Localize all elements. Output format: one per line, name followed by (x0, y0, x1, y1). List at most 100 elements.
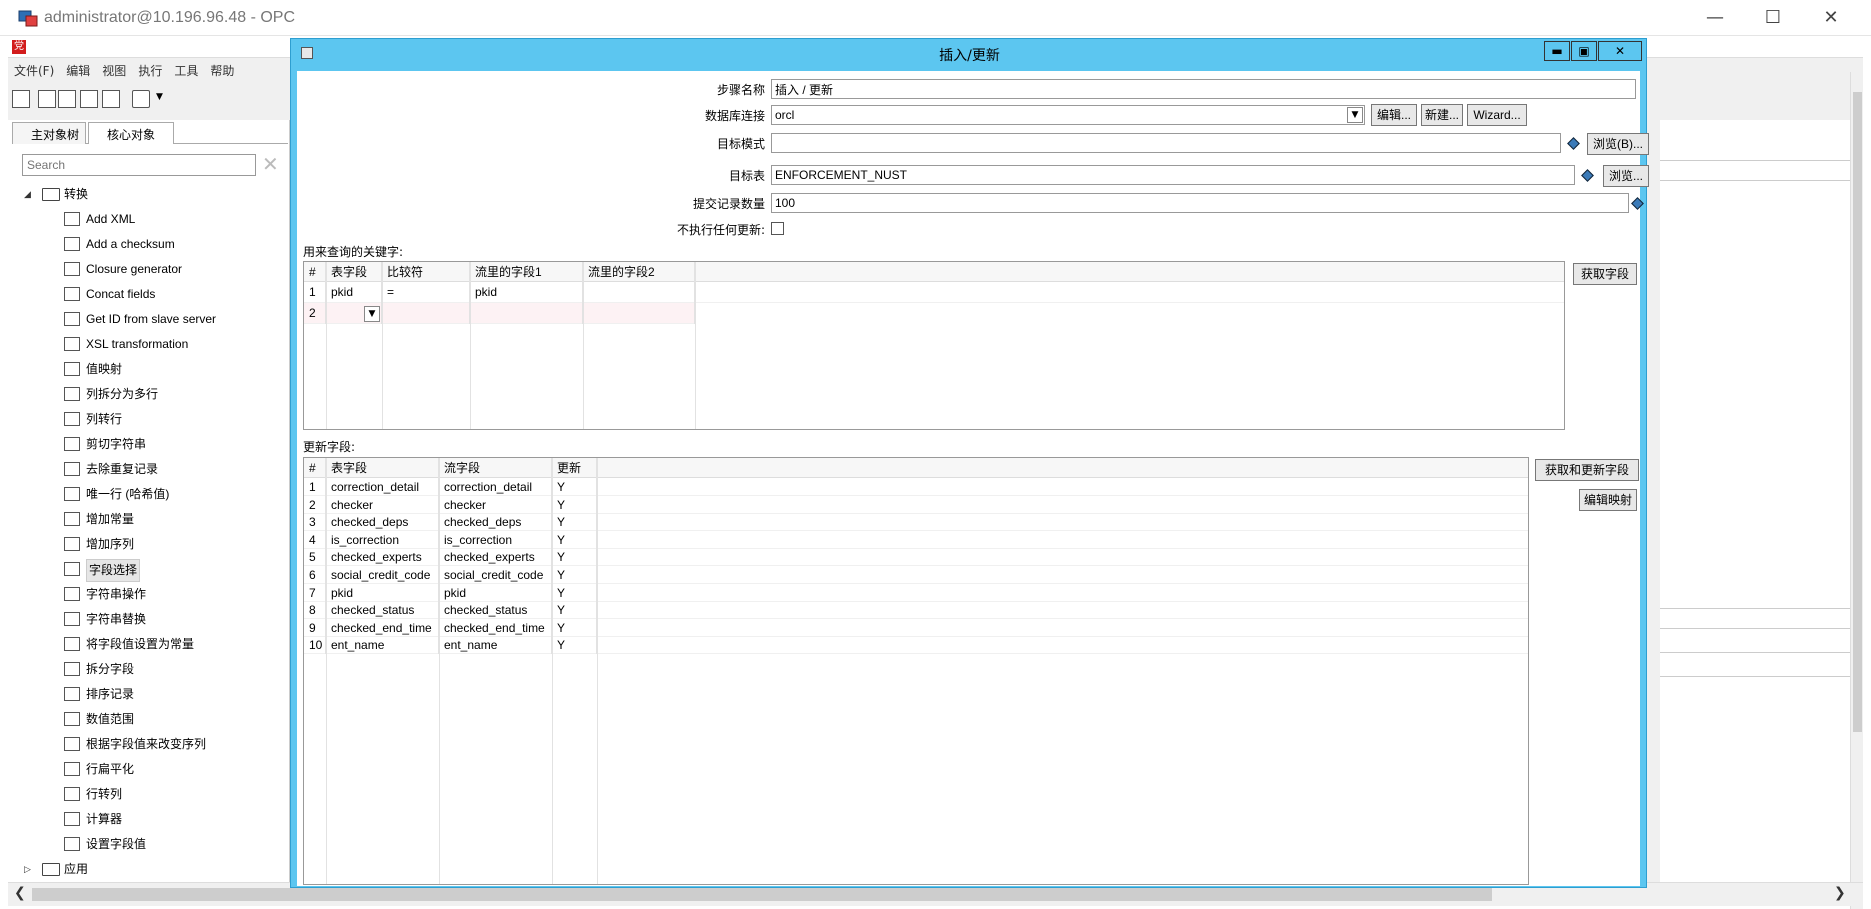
table-cell[interactable]: is_correction (326, 530, 439, 549)
table-input[interactable] (771, 165, 1575, 185)
commit-size-input[interactable] (771, 193, 1629, 213)
menu-tools[interactable]: 工具 (168, 60, 204, 81)
get-fields-button[interactable]: 获取字段 (1573, 263, 1637, 285)
table-cell[interactable] (470, 303, 583, 324)
table-cell[interactable]: 6 (304, 566, 326, 584)
update-header-cell[interactable]: 流字段 (439, 458, 552, 479)
table-cell[interactable]: 1 (304, 478, 326, 496)
dialog-close-button[interactable]: ✕ (1598, 41, 1642, 61)
table-cell[interactable]: checked_experts (326, 548, 439, 567)
browse-schema-button[interactable]: 浏览(B)... (1587, 133, 1649, 155)
maximize-button[interactable]: ☐ (1750, 4, 1796, 32)
save-icon[interactable] (80, 90, 98, 108)
keys-header-cell[interactable]: 表字段 (326, 262, 382, 283)
tree-item[interactable]: 字段选择 (8, 557, 288, 582)
new-file-icon[interactable] (12, 90, 30, 108)
scroll-thumb[interactable] (1853, 92, 1862, 732)
chevron-down-icon[interactable]: ▼ (1347, 107, 1363, 123)
tab-main-tree[interactable]: 主对象树 (12, 122, 86, 144)
clear-search-icon[interactable]: ✕ (262, 152, 279, 176)
tree-expand-icon[interactable]: ◢ (24, 182, 31, 207)
table-cell[interactable]: pkid (439, 583, 552, 602)
table-cell[interactable]: checked_status (439, 601, 552, 620)
keys-header-cell[interactable]: 流里的字段2 (583, 262, 695, 283)
hscroll-thumb[interactable] (32, 888, 1492, 901)
schema-input[interactable] (771, 133, 1561, 153)
tab-core-objects[interactable]: 核心对象 (88, 122, 174, 144)
keys-table[interactable]: # 表字段 比较符 流里的字段1 流里的字段2 1 pkid = pkid 2 ▼ (303, 261, 1565, 430)
new-connection-button[interactable]: 新建... (1421, 104, 1463, 126)
dialog-minimize-button[interactable]: ▬ (1544, 41, 1570, 61)
table-cell[interactable] (382, 303, 470, 324)
open-file-icon[interactable] (38, 90, 56, 108)
update-header-cell[interactable]: 更新 (552, 458, 597, 479)
update-fields-table[interactable]: # 表字段 流字段 更新 1 correction_detail correction_de… (303, 457, 1529, 885)
table-row[interactable]: 7 pkid pkid Y (304, 583, 1528, 602)
tree-item[interactable]: Add a checksum (8, 232, 288, 257)
table-cell[interactable] (583, 303, 695, 324)
tree-node-apply[interactable]: ▷ 应用 (8, 857, 288, 882)
table-cell[interactable]: pkid (470, 282, 583, 303)
table-cell[interactable]: correction_detail (439, 478, 552, 496)
menu-file[interactable]: 文件(F) (8, 60, 60, 81)
table-row[interactable]: 8 checked_status checked_status Y (304, 601, 1528, 620)
tree-item[interactable]: 计算器 (8, 807, 288, 832)
table-cell[interactable]: 9 (304, 618, 326, 637)
table-cell[interactable]: ent_name (439, 636, 552, 655)
table-row[interactable]: 2 (304, 303, 695, 324)
tree-item[interactable]: 字符串替换 (8, 607, 288, 632)
table-row[interactable]: 9 checked_end_time checked_end_time Y (304, 618, 1528, 637)
tree-item[interactable]: 增加常量 (8, 507, 288, 532)
table-cell[interactable]: 3 (304, 513, 326, 532)
table-cell[interactable]: Y (552, 495, 597, 514)
table-row[interactable]: 3 checked_deps checked_deps Y (304, 513, 1528, 532)
table-cell[interactable]: checked_status (326, 601, 439, 620)
connection-select[interactable] (771, 105, 1365, 125)
update-header-cell[interactable]: 表字段 (326, 458, 439, 479)
table-cell[interactable]: pkid (326, 583, 439, 602)
table-row[interactable]: 5 checked_experts checked_experts Y (304, 548, 1528, 567)
table-cell[interactable]: 10 (304, 636, 326, 655)
table-row[interactable]: 10 ent_name ent_name Y (304, 636, 1528, 655)
table-cell[interactable]: checked_end_time (439, 618, 552, 637)
tree-item[interactable]: 设置字段值 (8, 832, 288, 857)
table-cell[interactable]: 4 (304, 530, 326, 549)
update-header-cell[interactable]: # (304, 458, 326, 479)
tree-item[interactable]: 数值范围 (8, 707, 288, 732)
table-cell[interactable]: Y (552, 601, 597, 620)
table-row[interactable]: 1 pkid = pkid (304, 282, 1564, 303)
tree-item[interactable]: 增加序列 (8, 532, 288, 557)
table-cell[interactable]: checked_end_time (326, 618, 439, 637)
explore-icon[interactable] (58, 90, 76, 108)
table-cell[interactable]: Y (552, 636, 597, 655)
tree-item[interactable]: 根据字段值来改变序列 (8, 732, 288, 757)
table-cell[interactable]: checked_deps (439, 513, 552, 532)
tree-item[interactable]: 拆分字段 (8, 657, 288, 682)
table-row[interactable]: 6 social_credit_code social_credit_code Y (304, 566, 1528, 584)
tree-item[interactable]: XSL transformation (8, 332, 288, 357)
tree-item[interactable]: 将字段值设置为常量 (8, 632, 288, 657)
table-cell[interactable]: 1 (304, 282, 326, 303)
close-button[interactable]: ✕ (1808, 4, 1854, 32)
browse-table-button[interactable]: 浏览... (1603, 165, 1649, 187)
menu-run[interactable]: 执行 (132, 60, 168, 81)
menu-edit[interactable]: 编辑 (60, 60, 96, 81)
menu-help[interactable]: 帮助 (204, 60, 240, 81)
no-update-checkbox[interactable] (771, 222, 784, 235)
menu-view[interactable]: 视图 (96, 60, 132, 81)
table-cell[interactable]: ent_name (326, 636, 439, 655)
table-cell[interactable]: = (382, 282, 470, 303)
tree-item[interactable]: 值映射 (8, 357, 288, 382)
keys-header-cell[interactable]: 比较符 (382, 262, 470, 283)
scroll-left-icon[interactable]: ❮ (14, 885, 26, 901)
table-cell[interactable]: checked_deps (326, 513, 439, 532)
tree-collapse-icon[interactable]: ▷ (24, 857, 31, 882)
get-update-fields-button[interactable]: 获取和更新字段 (1535, 459, 1639, 481)
table-cell[interactable]: Y (552, 530, 597, 549)
table-cell[interactable]: Y (552, 478, 597, 496)
keys-header-cell[interactable]: 流里的字段1 (470, 262, 583, 283)
save-as-icon[interactable] (102, 90, 120, 108)
keys-header-cell[interactable]: # (304, 262, 326, 283)
table-cell[interactable]: Y (552, 583, 597, 602)
tree-item[interactable]: Add XML (8, 207, 288, 232)
